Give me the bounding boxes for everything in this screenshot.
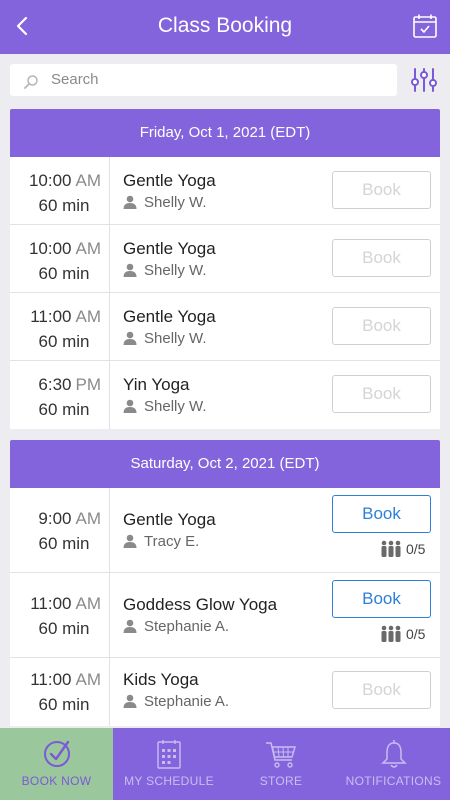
class-row[interactable]: 10:00 AM 60 min Gentle Yoga Shelly W. Boo… [10,157,440,225]
instructor: Shelly W. [123,194,207,211]
instructor: Stephanie A. [123,618,229,635]
class-duration: 60 min [38,619,90,638]
person-icon [123,331,137,345]
group-icon [381,625,401,642]
class-duration: 60 min [38,196,90,215]
class-time: 11:00 AM [30,670,101,689]
day-header: Friday, Oct 1, 2021 (EDT) [10,109,440,157]
calendar-check-icon[interactable] [412,13,438,39]
instructor: Shelly W. [123,330,207,347]
capacity: 0/5 [380,625,425,642]
page-title: Class Booking [157,14,293,37]
bell-icon [380,740,407,768]
check-circle-icon [43,740,70,767]
tab-notifications[interactable]: NOTIFICATIONS [337,728,450,800]
capacity: 0/5 [380,540,425,557]
search-icon [24,75,38,89]
book-button[interactable]: Book [332,495,431,533]
book-button[interactable]: Book [332,307,431,345]
book-button[interactable]: Book [332,239,431,277]
time-column [10,488,110,572]
class-duration: 60 min [38,332,90,351]
search-placeholder: Search [51,71,99,88]
instructor: Shelly W. [123,262,207,279]
day-header: Saturday, Oct 2, 2021 (EDT) [10,440,440,488]
class-name: Yin Yoga [123,375,190,394]
book-button[interactable]: Book [332,171,431,209]
tab-label: MY SCHEDULE [124,774,214,788]
class-name: Gentle Yoga [123,307,216,326]
instructor: Tracy E. [123,533,199,550]
group-icon [381,540,401,557]
tab-book-now[interactable]: BOOK NOW [0,728,113,800]
person-icon [123,263,137,277]
class-duration: 60 min [38,264,90,283]
class-time: 6:30 PM [38,375,101,394]
tab-store[interactable]: STORE [225,728,337,800]
bottom-tab-bar: BOOK NOW MY SCHEDULE STORE NOTIFICATIONS [0,728,450,800]
instructor: Shelly W. [123,398,207,415]
class-duration: 60 min [38,400,90,419]
class-row[interactable]: 6:30 PM 60 min Yin Yoga Shelly W. Book [10,361,440,429]
class-duration: 60 min [38,695,90,714]
time-column [10,658,110,726]
person-icon [123,534,137,548]
time-column [10,573,110,657]
instructor: Stephanie A. [123,693,229,710]
person-icon [123,619,137,633]
class-time: 10:00 AM [28,171,101,190]
tab-my-schedule[interactable]: MY SCHEDULE [113,728,225,800]
class-row[interactable]: 11:00 AM 60 min Gentle Yoga Shelly W. Boo… [10,293,440,361]
tab-label: BOOK NOW [21,774,92,788]
class-name: Kids Yoga [123,670,199,689]
person-icon [123,399,137,413]
filter-icon[interactable] [410,65,438,95]
class-time: 10:00 AM [28,239,101,258]
class-time: 9:00 AM [38,509,101,528]
class-row[interactable]: 9:00 AM 60 min Gentle Yoga Tracy E. Book … [10,488,440,573]
book-button[interactable]: Book [332,580,431,618]
app-header: Class Booking [0,0,450,54]
person-icon [123,195,137,209]
book-button[interactable]: Book [332,375,431,413]
schedule-icon [157,740,181,769]
class-row[interactable]: 11:00 AM 60 min Kids Yoga Stephanie A. Bo… [10,658,440,726]
person-icon [123,694,137,708]
book-button[interactable]: Book [332,671,431,709]
tab-label: NOTIFICATIONS [345,774,442,788]
cart-icon [266,742,296,768]
class-duration: 60 min [38,534,90,553]
class-time: 11:00 AM [30,307,101,326]
class-name: Gentle Yoga [123,239,216,258]
class-name: Gentle Yoga [123,510,216,529]
class-name: Gentle Yoga [123,171,216,190]
class-name: Goddess Glow Yoga [123,595,278,614]
tab-label: STORE [259,774,303,788]
class-row[interactable]: 11:00 AM 60 min Goddess Glow Yoga Stephan… [10,573,440,658]
class-time: 11:00 AM [30,594,101,613]
search-bar[interactable]: Search [10,64,397,96]
class-row[interactable]: 10:00 AM 60 min Gentle Yoga Shelly W. Boo… [10,225,440,293]
